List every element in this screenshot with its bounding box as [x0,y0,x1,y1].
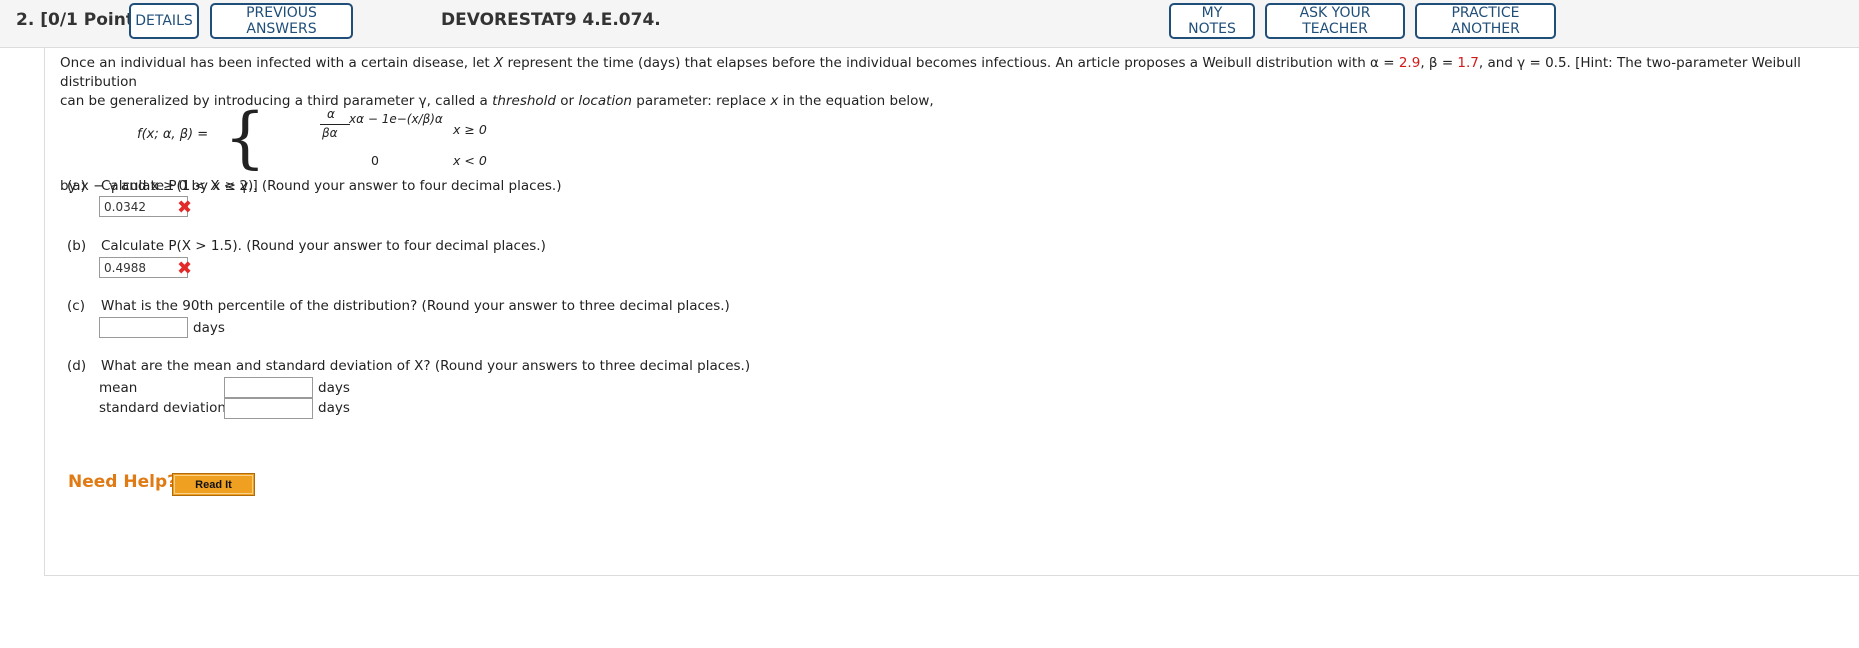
practice-another-button[interactable]: PRACTICE ANOTHER [1415,3,1556,39]
part-c-question: (c) What is the 90th percentile of the di… [67,298,730,314]
mean-answer-input[interactable] [224,377,313,398]
formula-numerator: α [327,107,335,121]
formula-denominator: βα [322,126,338,140]
question-header: 2. [0/1 Points] DETAILS PREVIOUS ANSWERS… [0,0,1859,48]
question-stem: Once an individual has been infected wit… [60,55,1801,109]
beta-value: 1.7 [1457,55,1479,71]
part-a-question: (a) Calculate P(1 < X < 2). (Round your a… [67,178,562,194]
standard-deviation-unit: days [318,400,350,416]
part-b-answer-input[interactable] [99,257,188,278]
x-mark-icon: ✖ [177,197,193,218]
part-c-answer-input[interactable] [99,317,188,338]
mean-unit: days [318,380,350,396]
need-help-label: Need Help? [68,472,177,492]
my-notes-button[interactable]: MY NOTES [1169,3,1255,39]
details-button[interactable]: DETAILS [129,3,199,39]
read-it-button[interactable]: Read It [172,473,255,496]
ask-your-teacher-button[interactable]: ASK YOUR TEACHER [1265,3,1405,39]
part-c-unit: days [193,320,225,336]
alpha-value: 2.9 [1398,55,1421,71]
formula-exponent: xα − 1e−(x/β)α [349,112,443,126]
formula-brace: { [224,99,266,176]
question-body: Once an individual has been infected wit… [44,48,1859,576]
question-code: DEVORESTAT9 4.E.074. [441,10,661,30]
previous-answers-button[interactable]: PREVIOUS ANSWERS [210,3,353,39]
standard-deviation-answer-input[interactable] [224,398,313,419]
fraction-line [320,124,350,125]
formula-lhs: f(x; α, β) = [137,127,209,142]
mean-label: mean [99,380,138,396]
gamma-value: 0.5 [1545,55,1567,71]
part-b-question: (b) Calculate P(X > 1.5). (Round your ans… [67,238,546,254]
formula-zero: 0 [371,153,379,168]
x-mark-icon: ✖ [177,258,193,279]
formula-condition-1: x ≥ 0 [453,122,487,137]
formula-condition-2: x < 0 [453,153,487,168]
part-a-answer-input[interactable] [99,196,188,217]
part-d-question: (d) What are the mean and standard deviat… [67,358,751,374]
standard-deviation-label: standard deviation [99,400,226,416]
